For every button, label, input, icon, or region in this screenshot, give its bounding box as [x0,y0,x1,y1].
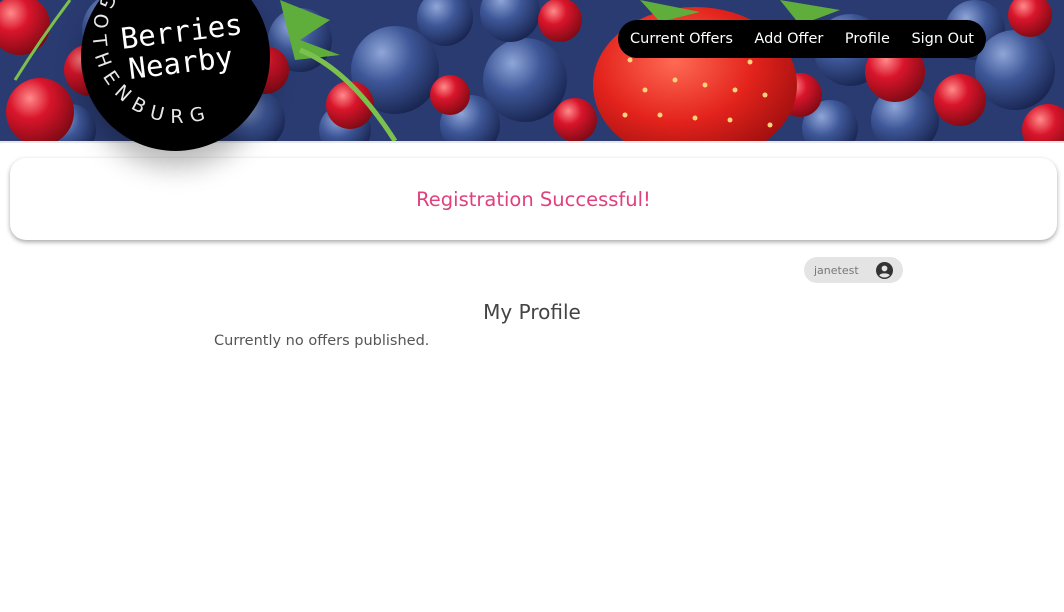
username-label: janetest [814,263,859,277]
success-alert: Registration Successful! [10,158,1057,240]
user-circle-icon [876,261,893,279]
alert-message: Registration Successful! [416,187,651,211]
nav-add-offer[interactable]: Add Offer [754,31,823,47]
main-nav: Current Offers Add Offer Profile Sign Ou… [618,20,986,58]
page-title: My Profile [483,300,581,324]
nav-profile[interactable]: Profile [845,31,890,47]
nav-current-offers[interactable]: Current Offers [630,31,733,47]
user-chip[interactable]: janetest [804,257,903,283]
nav-sign-out[interactable]: Sign Out [911,31,974,47]
brand-logo[interactable]: GOTHENBURG Berries Nearby [81,0,270,151]
empty-offers-message: Currently no offers published. [214,333,430,349]
